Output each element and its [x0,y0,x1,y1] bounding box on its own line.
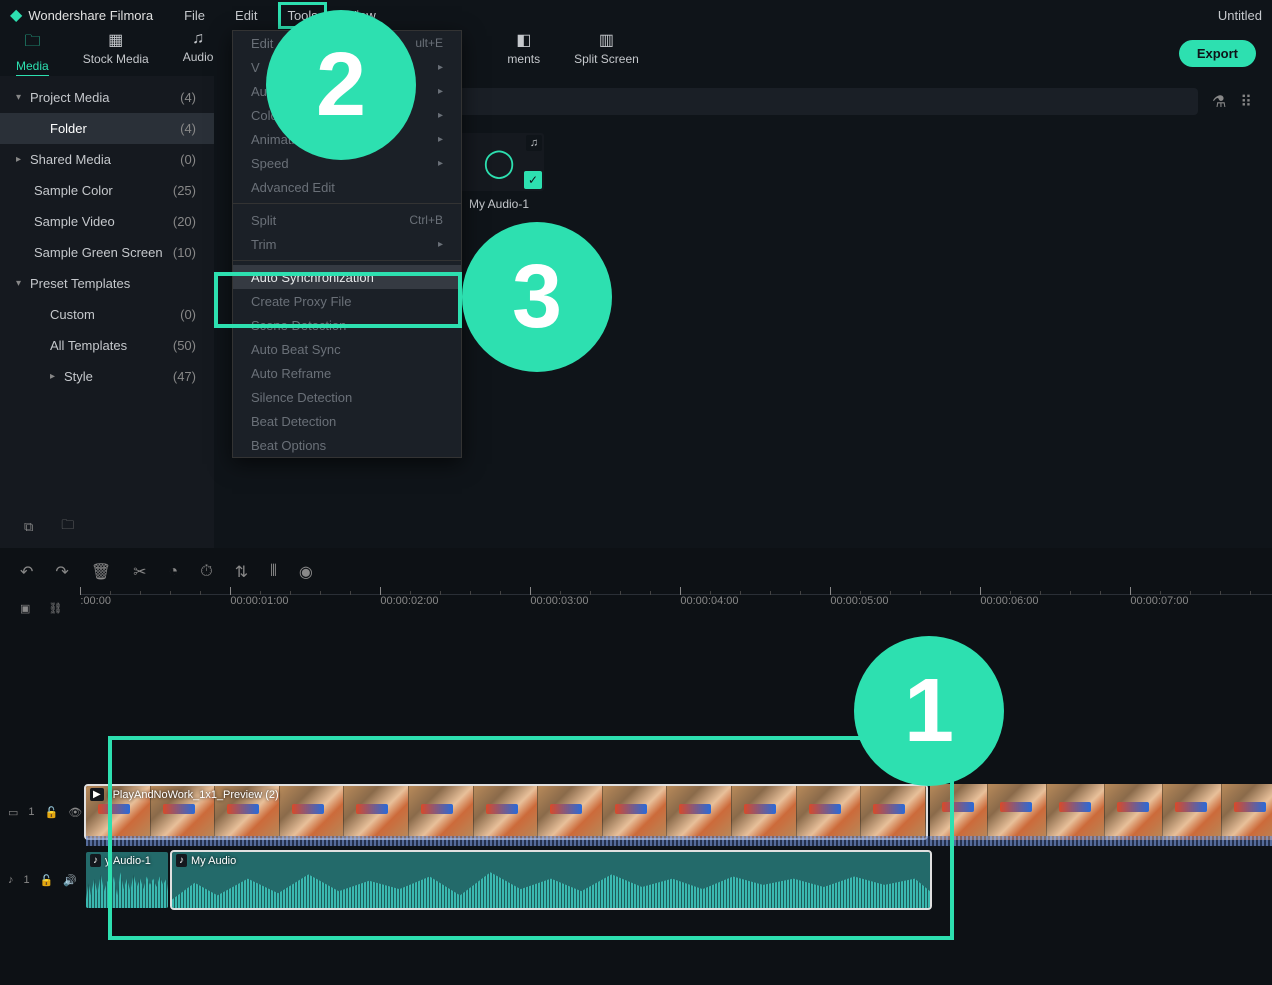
folder-open-icon[interactable]: 🗀 [61,516,74,538]
filter-icon[interactable]: ⚗ [1212,92,1226,112]
delete-icon[interactable]: 🗑 [91,562,111,582]
sidebar-item-style[interactable]: ▸Style(47) [0,361,214,392]
eye-icon[interactable]: 👁 [68,806,82,819]
music-icon: ♫ [192,30,204,48]
sidebar: ▾Project Media(4) Folder(4) ▸Shared Medi… [0,76,214,548]
sidebar-item-all-templates[interactable]: All Templates(50) [0,330,214,361]
split-screen-icon: ▥ [599,30,614,50]
annotation-box-3 [214,272,462,328]
annotation-badge-2: 2 [266,10,416,160]
project-title: Untitled [1218,8,1262,23]
camera-icon: ▦ [108,30,123,50]
menu-file[interactable]: File [178,5,211,26]
dd-silence-detection[interactable]: Silence Detection [233,385,461,409]
new-folder-icon[interactable]: ⧉ [24,519,33,535]
dd-beat-options[interactable]: Beat Options [233,433,461,457]
audio-icon: ◯ [483,146,514,179]
module-media[interactable]: 🗀 Media [16,30,49,77]
module-audio[interactable]: ♫ Audio [183,30,214,77]
dd-advanced-edit[interactable]: Advanced Edit [233,175,461,199]
sidebar-item-folder[interactable]: Folder(4) [0,113,214,144]
cut-icon[interactable]: ✂ [133,562,146,582]
annotation-badge-3: 3 [462,222,612,372]
sidebar-item-sample-color[interactable]: Sample Color(25) [0,175,214,206]
dd-beat-detection[interactable]: Beat Detection [233,409,461,433]
menu-edit[interactable]: Edit [229,5,263,26]
module-elements[interactable]: ◧ ments [507,30,540,77]
app-name: Wondershare Filmora [28,8,153,23]
sidebar-item-preset-templates[interactable]: ▾Preset Templates [0,268,214,299]
video-track-icon: ▭ [8,806,18,819]
music-mini-icon: ♫ [526,135,542,151]
clip-play-icon: ▶ [90,788,104,801]
dd-split[interactable]: SplitCtrl+B [233,208,461,232]
sidebar-item-custom[interactable]: Custom(0) [0,299,214,330]
module-split-screen[interactable]: ▥ Split Screen [574,30,639,77]
sidebar-item-sample-green-screen[interactable]: Sample Green Screen(10) [0,237,214,268]
adjust-icon[interactable]: ⇅ [235,562,248,582]
sidebar-item-sample-video[interactable]: Sample Video(20) [0,206,214,237]
record-icon[interactable]: ◉ [299,562,313,582]
music-clip-icon: ♪ [90,854,101,867]
sidebar-item-shared-media[interactable]: ▸Shared Media(0) [0,144,214,175]
sidebar-item-project-media[interactable]: ▾Project Media(4) [0,82,214,113]
undo-icon[interactable]: ↶ [20,562,33,582]
module-stock-media[interactable]: ▦ Stock Media [83,30,149,77]
media-thumb-audio-1[interactable]: ◯ ♫ ✓ My Audio-1 [454,133,544,211]
elements-icon: ◧ [516,30,531,50]
speaker-icon[interactable]: 🔊 [63,874,77,887]
audio-mixer-icon[interactable]: ⫴ [270,563,277,581]
title-bar: ◆ Wondershare Filmora File Edit Tools Vi… [0,0,1272,30]
sidebar-footer: ⧉ 🗀 [0,506,214,548]
audio-track-icon: ♪ [8,874,14,886]
dd-auto-reframe[interactable]: Auto Reframe [233,361,461,385]
export-button[interactable]: Export [1179,40,1256,67]
snapshot-icon[interactable]: ▣ [20,602,30,615]
module-toolbar: 🗀 Media ▦ Stock Media ♫ Audio ◧ ments ▥ … [0,30,1272,76]
dd-auto-beat-sync[interactable]: Auto Beat Sync [233,337,461,361]
redo-icon[interactable]: ↷ [55,562,68,582]
lock-icon[interactable]: 🔓 [40,874,54,887]
check-icon: ✓ [524,171,542,189]
grid-icon[interactable]: ⠿ [1240,92,1252,112]
ruler[interactable]: :00:0000:00:01:0000:00:02:0000:00:03:000… [80,594,1272,622]
video-clip-tail[interactable] [930,784,1272,840]
folder-icon: 🗀 [24,30,40,57]
link-icon[interactable]: ⛓ [48,602,62,615]
dd-trim[interactable]: Trim▸ [233,232,461,256]
annotation-box-1 [108,736,954,940]
crop-icon[interactable]: ◔ [169,563,179,581]
lock-icon[interactable]: 🔓 [45,806,59,819]
annotation-badge-1: 1 [854,636,1004,786]
app-logo-icon: ◆ [10,5,22,25]
speed-icon[interactable]: ⏱ [200,563,212,581]
